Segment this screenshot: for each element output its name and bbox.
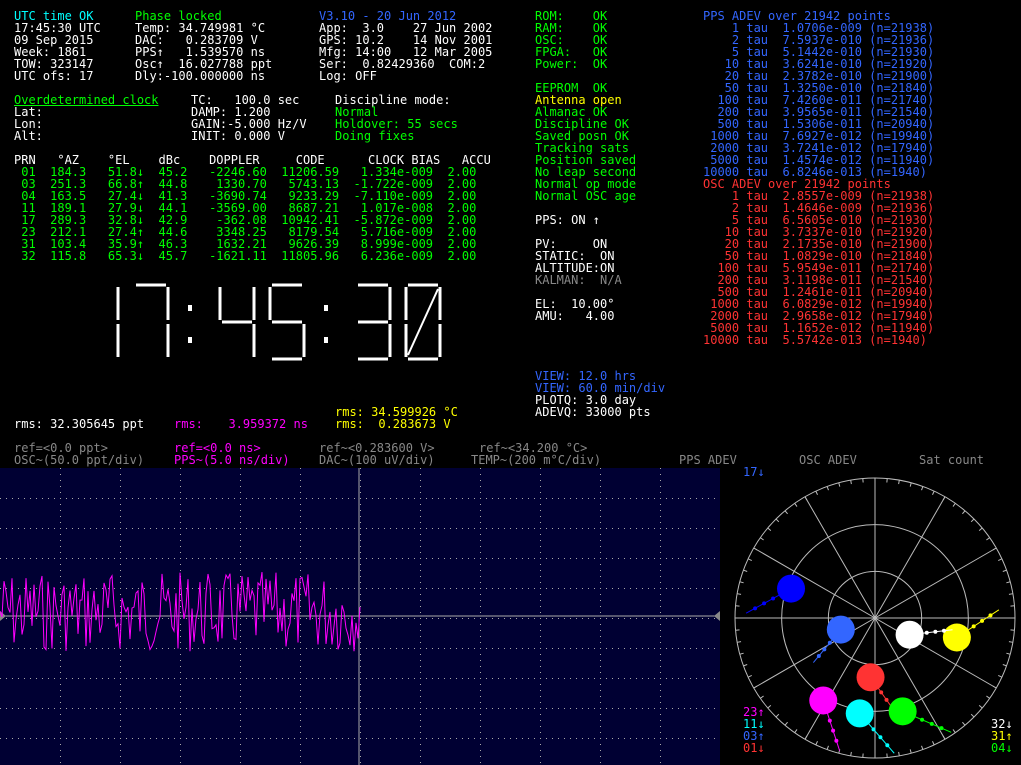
kalman-status: KALMAN: N/A xyxy=(535,273,622,287)
sky-map-sat-label: 04↓ xyxy=(991,741,1013,755)
sat-marker-11 xyxy=(845,699,874,728)
pps-trace xyxy=(0,572,361,652)
sat-track-point xyxy=(884,697,889,702)
sat-track-point xyxy=(822,647,827,652)
sat-track-point xyxy=(879,690,884,695)
sat-marker-01 xyxy=(856,663,885,692)
sat-track-point xyxy=(920,717,925,722)
sat-track-point xyxy=(933,629,938,634)
satellite-sky-map xyxy=(722,468,1021,765)
sat-track-point xyxy=(988,613,993,618)
sky-map-top-label: 17↓ xyxy=(743,465,765,479)
time-series-plot[interactable] xyxy=(0,468,720,765)
status-line: UTC ofs: 17 xyxy=(14,69,94,83)
sat-marker-31 xyxy=(942,623,971,652)
sat-table-row: 32 115.8 65.3↓ 45.7 -1621.11 11805.96 6.… xyxy=(14,249,477,263)
sat-track-point xyxy=(816,653,821,658)
sat-track-point xyxy=(827,718,832,723)
health-line: Power: OK xyxy=(535,57,608,71)
sat-marker-17 xyxy=(777,574,806,603)
sat-track-point xyxy=(834,738,839,743)
sat-track-point xyxy=(831,728,836,733)
rms-pps-label: rms: xyxy=(174,417,203,431)
sat-track-point xyxy=(971,624,976,629)
sat-marker-03 xyxy=(826,615,855,644)
sat-count-toggle[interactable]: Sat count xyxy=(919,454,984,466)
sat-track-point xyxy=(753,606,758,611)
pps-scale-label: PPS~(5.0 ns/div) xyxy=(174,453,290,467)
sat-track-point xyxy=(878,735,883,740)
sat-track-point xyxy=(871,727,876,732)
osc-adev-toggle[interactable]: OSC ADEV xyxy=(799,454,857,466)
clock-text: 17:45:30 xyxy=(0,275,5,276)
temp-scale-label: TEMP~(200 m°C/div) xyxy=(471,453,602,467)
alt-label: Alt: xyxy=(14,129,43,143)
big-clock: 17:45:30 xyxy=(0,275,442,361)
osc-adev-row: 10000 tau 5.5742e-013 (n=1940) xyxy=(703,333,927,347)
right-marker-icon xyxy=(714,611,720,621)
sat-track-point xyxy=(929,721,934,726)
sat-marker-32 xyxy=(895,620,924,649)
clock-digits: 17:45:30 xyxy=(0,275,442,361)
discipline-doing-fixes: Doing fixes xyxy=(335,129,415,143)
health-line: Normal OSC age xyxy=(535,189,637,203)
sky-map-sat-label: 01↓ xyxy=(743,741,765,755)
rms-pps-value: 3.959372 ns xyxy=(214,417,308,431)
status-line: Log: OFF xyxy=(319,69,377,83)
sat-track-point xyxy=(980,618,985,623)
pps-adev-toggle[interactable]: PPS ADEV xyxy=(679,454,737,466)
sat-track-point xyxy=(762,601,767,606)
sat-track-point xyxy=(827,640,832,645)
sat-marker-23 xyxy=(809,686,838,715)
sky-map-canvas xyxy=(722,468,1021,765)
sat-track-point xyxy=(885,743,890,748)
adevq-value: ADEVQ: 33000 pts xyxy=(535,405,651,419)
dac-scale-label: DAC~(100 uV/div) xyxy=(319,453,435,467)
sat-track-point xyxy=(771,596,776,601)
amu-mask: AMU: 4.00 xyxy=(535,309,615,323)
status-line: Dly:-100.000000 ns xyxy=(135,69,266,83)
pps-status: PPS: ON ↑ xyxy=(535,213,601,227)
sat-track-point xyxy=(941,628,946,633)
plot-canvas xyxy=(0,468,720,765)
init-value: INIT: 0.000 V xyxy=(191,129,285,143)
rms-dac: rms: 0.283673 V xyxy=(335,417,451,431)
osc-scale-label: OSC~(50.0 ppt/div) xyxy=(14,453,145,467)
sat-marker-04 xyxy=(888,697,917,726)
rms-osc: rms: 32.305645 ppt xyxy=(14,417,145,431)
sat-track-point xyxy=(924,630,929,635)
sat-track-point xyxy=(939,726,944,731)
